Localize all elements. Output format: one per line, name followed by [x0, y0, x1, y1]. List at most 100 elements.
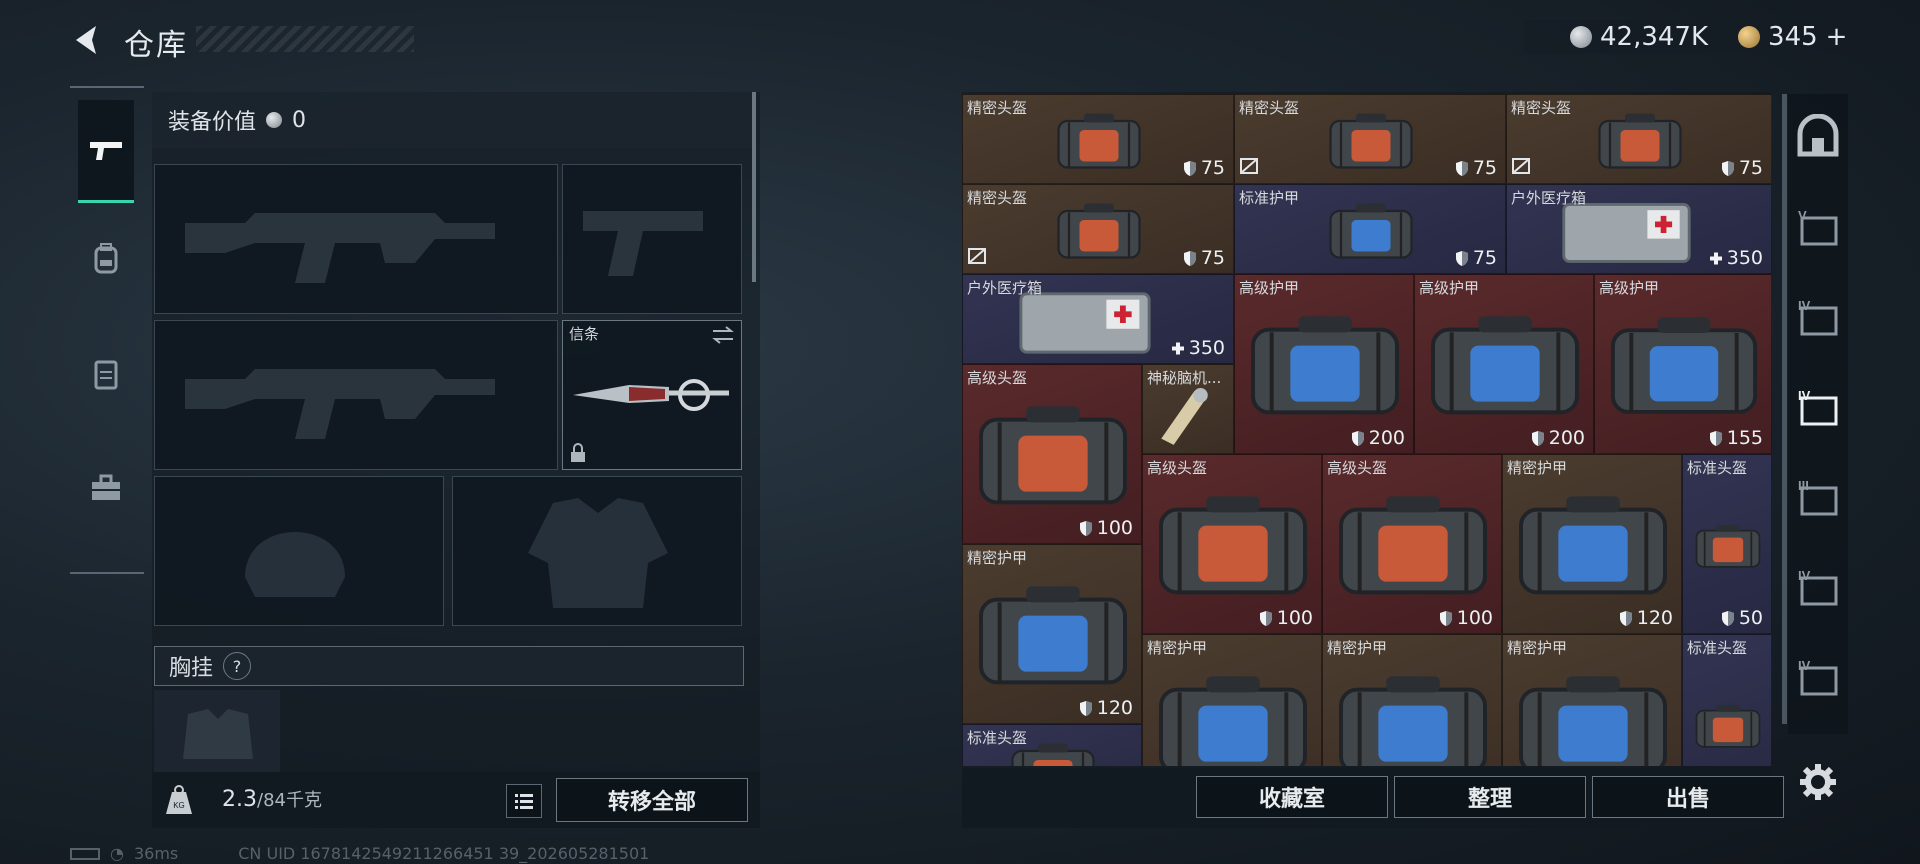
inventory-item[interactable]: 精密护甲: [1142, 634, 1322, 766]
item-name: 精密头盔: [967, 99, 1028, 117]
silver-amount: 42,347K: [1600, 22, 1709, 52]
tab-toolbox[interactable]: [78, 438, 134, 538]
item-value: 100: [1439, 607, 1493, 629]
inventory-item[interactable]: 标准头盔: [962, 724, 1142, 766]
vest-silhouette-icon: [528, 498, 668, 608]
helmet-slot[interactable]: [154, 476, 444, 626]
inventory-item[interactable]: 精密头盔 75: [962, 184, 1234, 274]
item-name: 精密头盔: [967, 189, 1028, 207]
inventory-item[interactable]: 高级头盔 100: [1322, 454, 1502, 634]
inventory-item[interactable]: 高级护甲 155: [1594, 274, 1772, 454]
list-icon: [515, 794, 533, 809]
list-view-button[interactable]: [506, 784, 542, 818]
inventory-item[interactable]: 标准头盔: [1682, 634, 1772, 766]
item-name: 标准头盔: [1687, 459, 1748, 477]
inventory-item[interactable]: 精密头盔 75: [962, 94, 1234, 184]
inventory-scrollbar[interactable]: [1782, 94, 1787, 724]
safe-box-tab[interactable]: [1794, 113, 1842, 162]
inventory-item[interactable]: 精密头盔 75: [1234, 94, 1506, 184]
tier-iii-tab[interactable]: III: [1794, 474, 1842, 522]
knife-icon: [573, 379, 729, 411]
collection-room-button[interactable]: 收藏室: [1196, 776, 1388, 818]
broken-durability-icon: [1240, 158, 1258, 174]
weight-footer: KG 2.3/84千克 转移全部: [152, 772, 760, 828]
equipment-panel: 信条: [152, 92, 760, 828]
add-currency-button[interactable]: +: [1826, 22, 1848, 52]
help-icon[interactable]: ?: [223, 652, 252, 680]
tier-iv-bag-tab[interactable]: IV: [1794, 564, 1842, 612]
broken-durability-icon: [1512, 158, 1530, 174]
melee-slot[interactable]: 信条: [562, 320, 742, 470]
safe-box-tab-icon: [1797, 113, 1839, 157]
pistol-icon: [90, 142, 122, 160]
chest-rig-label: 胸挂: [169, 656, 214, 681]
armor-slot[interactable]: [452, 476, 742, 626]
chest-rig-slot[interactable]: [154, 690, 280, 780]
weight-icon: KG: [166, 785, 192, 814]
inventory-item[interactable]: 标准头盔 50: [1682, 454, 1772, 634]
backpack-icon: [94, 243, 118, 274]
item-value: 350: [1709, 247, 1763, 269]
item-value: 200: [1531, 427, 1585, 449]
item-value: 75: [1455, 157, 1497, 179]
item-value: 75: [1455, 247, 1497, 269]
weight-readout: 2.3/84千克: [222, 786, 322, 812]
tab-armor[interactable]: [78, 324, 134, 424]
gold-amount: 345: [1768, 22, 1818, 52]
item-name: 高级头盔: [1327, 459, 1388, 477]
weight-capacity: /84千克: [257, 790, 322, 811]
toolbox-icon: [92, 474, 120, 500]
inventory-item[interactable]: 精密护甲: [1322, 634, 1502, 766]
item-name: 标准头盔: [967, 729, 1028, 747]
sell-button[interactable]: 出售: [1592, 776, 1784, 818]
swap-icon[interactable]: [711, 325, 735, 345]
item-value: 155: [1709, 427, 1763, 449]
inventory-item[interactable]: 精密护甲 120: [962, 544, 1142, 724]
item-name: 户外医疗箱: [1511, 189, 1587, 207]
item-value: 75: [1183, 157, 1225, 179]
back-arrow-icon[interactable]: [70, 22, 106, 58]
primary-weapon-slot[interactable]: [154, 164, 558, 314]
inventory-item[interactable]: 高级护甲 200: [1234, 274, 1414, 454]
inventory-item[interactable]: 精密护甲 120: [1502, 454, 1682, 634]
svg-text:IV: IV: [1798, 568, 1811, 583]
container-tabs: V IV IV III IV IV: [1788, 94, 1848, 734]
tier-iv-tab[interactable]: IV: [1794, 294, 1842, 342]
sort-button[interactable]: 整理: [1394, 776, 1586, 818]
svg-text:IV: IV: [1798, 658, 1811, 673]
inventory-item[interactable]: 高级护甲 200: [1414, 274, 1594, 454]
tab-backpack[interactable]: [78, 208, 134, 308]
item-value: 350: [1171, 337, 1225, 359]
silver-coin-icon-small: [266, 112, 283, 128]
tab-weapons[interactable]: [78, 100, 134, 203]
inventory-item[interactable]: 高级头盔 100: [962, 364, 1142, 544]
tier-iv-add-tab-icon: IV: [1798, 388, 1838, 426]
item-value: 200: [1351, 427, 1405, 449]
tier-iv-add-tab[interactable]: IV: [1794, 384, 1842, 432]
item-name: 高级头盔: [967, 369, 1028, 387]
vest-icon: [94, 360, 118, 390]
inventory-item[interactable]: 标准护甲 75: [1234, 184, 1506, 274]
secondary-weapon-slot[interactable]: [154, 320, 558, 470]
inventory-item[interactable]: 户外医疗箱 350: [1506, 184, 1772, 274]
equipment-scrollbar[interactable]: [752, 92, 756, 282]
transfer-all-button[interactable]: 转移全部: [556, 778, 748, 822]
sidearm-slot[interactable]: [562, 164, 742, 314]
gold-coin-icon: [1738, 26, 1761, 48]
tier-v-tab[interactable]: V: [1794, 204, 1842, 252]
inventory-item[interactable]: 神秘脑机...: [1142, 364, 1234, 454]
inventory-item[interactable]: 户外医疗箱 350: [962, 274, 1234, 364]
broken-durability-icon: [968, 248, 986, 264]
inventory-item[interactable]: 精密头盔 75: [1506, 94, 1772, 184]
wifi-icon: ◔: [110, 844, 124, 863]
tier-v-tab-icon: V: [1798, 208, 1838, 246]
inventory-item[interactable]: 高级头盔 100: [1142, 454, 1322, 634]
svg-text:IV: IV: [1798, 388, 1811, 403]
equipment-value-label: 装备价值: [168, 110, 257, 135]
settings-gear-icon[interactable]: [1798, 762, 1838, 802]
item-name: 高级护甲: [1599, 279, 1660, 297]
item-name: 精密护甲: [1327, 639, 1388, 657]
inventory-grid: 精密头盔 75 精密头盔 75 精密头盔 75 精密头盔 75 标准护甲 75 户外医疗箱 350 户外…: [962, 94, 1772, 766]
tier-iv-card-tab[interactable]: IV: [1794, 654, 1842, 702]
inventory-item[interactable]: 精密护甲: [1502, 634, 1682, 766]
